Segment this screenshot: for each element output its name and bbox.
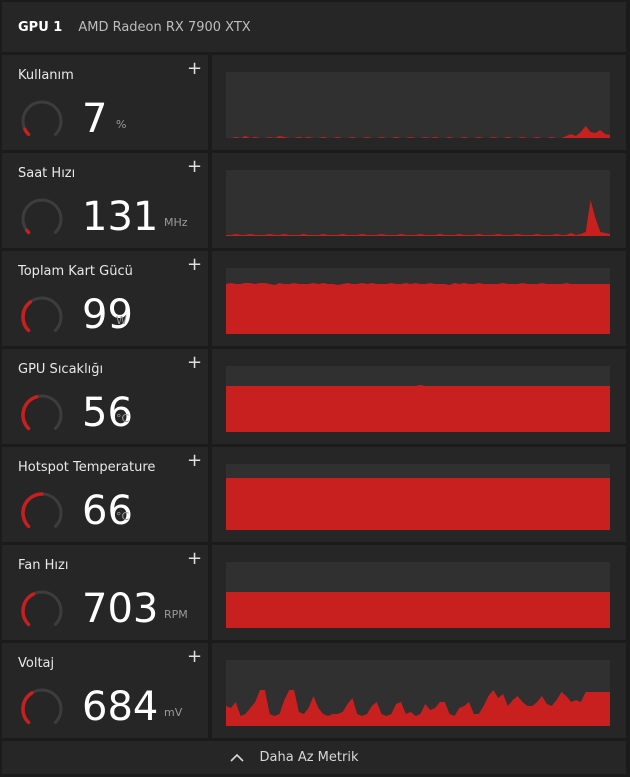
history-area [226, 478, 610, 530]
metric-row: Hotspot Temperature +66 °C [2, 447, 626, 542]
history-graph-svg [226, 126, 610, 138]
history-graph-svg [226, 592, 610, 628]
metric-row: GPU Sıcaklığı +56 °C [2, 349, 626, 444]
metric-title: Toplam Kart Gücü [18, 264, 133, 279]
history-graph-svg [226, 385, 610, 432]
history-graph [226, 72, 610, 138]
history-graph [226, 464, 610, 530]
metric-title: Kullanım [18, 68, 74, 83]
metric-unit: °C [116, 510, 130, 523]
history-graph-svg [226, 478, 610, 530]
metric-panel: Voltaj +684 mV [2, 643, 208, 738]
metric-graph-panel [212, 447, 626, 542]
add-metric-icon[interactable]: + [187, 354, 202, 372]
metric-panel: Saat Hızı +131 MHz [2, 153, 208, 248]
metric-title: Hotspot Temperature [18, 460, 156, 475]
metric-graph-panel [212, 55, 626, 150]
metric-row: Saat Hızı +131 MHz [2, 153, 626, 248]
history-graph-svg [226, 200, 610, 236]
gpu-header: GPU 1 AMD Radeon RX 7900 XTX [2, 2, 626, 52]
gpu-name: AMD Radeon RX 7900 XTX [78, 19, 251, 35]
metric-graph-panel [212, 545, 626, 640]
metric-unit: % [116, 118, 127, 131]
chevron-up-icon [229, 753, 244, 762]
metric-title: Saat Hızı [18, 166, 76, 181]
metric-title: Voltaj [18, 656, 55, 671]
metric-row: Toplam Kart Gücü +99 W [2, 251, 626, 346]
gauge-icon [21, 492, 63, 529]
history-area [226, 690, 610, 726]
history-graph-svg [226, 690, 610, 726]
metric-row: Fan Hızı +703 RPM [2, 545, 626, 640]
footer-label: Daha Az Metrik [259, 750, 359, 765]
metric-unit: °C [116, 412, 130, 425]
metric-row: Voltaj +684 mV [2, 643, 626, 738]
metric-value: 703 [82, 586, 159, 632]
gauge-icon [21, 100, 63, 137]
gauge-icon [21, 590, 63, 627]
metric-panel: Fan Hızı +703 RPM [2, 545, 208, 640]
metric-unit: W [116, 314, 127, 327]
metric-value: 131 [82, 194, 159, 240]
history-area [226, 283, 610, 334]
metric-value: 7 [82, 96, 108, 142]
history-graph-svg [226, 283, 610, 334]
metric-title: Fan Hızı [18, 558, 69, 573]
add-metric-icon[interactable]: + [187, 648, 202, 666]
metric-graph-panel [212, 251, 626, 346]
history-graph [226, 268, 610, 334]
metric-graph-panel [212, 349, 626, 444]
history-graph [226, 562, 610, 628]
metric-panel: GPU Sıcaklığı +56 °C [2, 349, 208, 444]
add-metric-icon[interactable]: + [187, 452, 202, 470]
add-metric-icon[interactable]: + [187, 256, 202, 274]
metric-panel: Hotspot Temperature +66 °C [2, 447, 208, 542]
add-metric-icon[interactable]: + [187, 550, 202, 568]
add-metric-icon[interactable]: + [187, 60, 202, 78]
metric-unit: MHz [164, 216, 188, 229]
history-area [226, 126, 610, 138]
history-area [226, 385, 610, 432]
metric-value: 684 [82, 684, 159, 730]
metric-unit: mV [164, 706, 183, 719]
metric-graph-panel [212, 643, 626, 738]
show-fewer-metrics-button[interactable]: Daha Az Metrik [2, 741, 626, 774]
metric-title: GPU Sıcaklığı [18, 362, 104, 377]
history-graph [226, 660, 610, 726]
gauge-icon [21, 394, 63, 431]
metric-row: Kullanım +7% [2, 55, 626, 150]
gauge-icon [21, 688, 63, 725]
history-graph [226, 170, 610, 236]
metric-panel: Kullanım +7% [2, 55, 208, 150]
history-area [226, 592, 610, 628]
add-metric-icon[interactable]: + [187, 158, 202, 176]
metric-graph-panel [212, 153, 626, 248]
history-area [226, 200, 610, 236]
metric-unit: RPM [164, 608, 188, 621]
gauge-icon [21, 296, 63, 333]
metric-panel: Toplam Kart Gücü +99 W [2, 251, 208, 346]
gpu-label: GPU 1 [18, 19, 63, 35]
history-graph [226, 366, 610, 432]
gauge-icon [21, 198, 63, 235]
